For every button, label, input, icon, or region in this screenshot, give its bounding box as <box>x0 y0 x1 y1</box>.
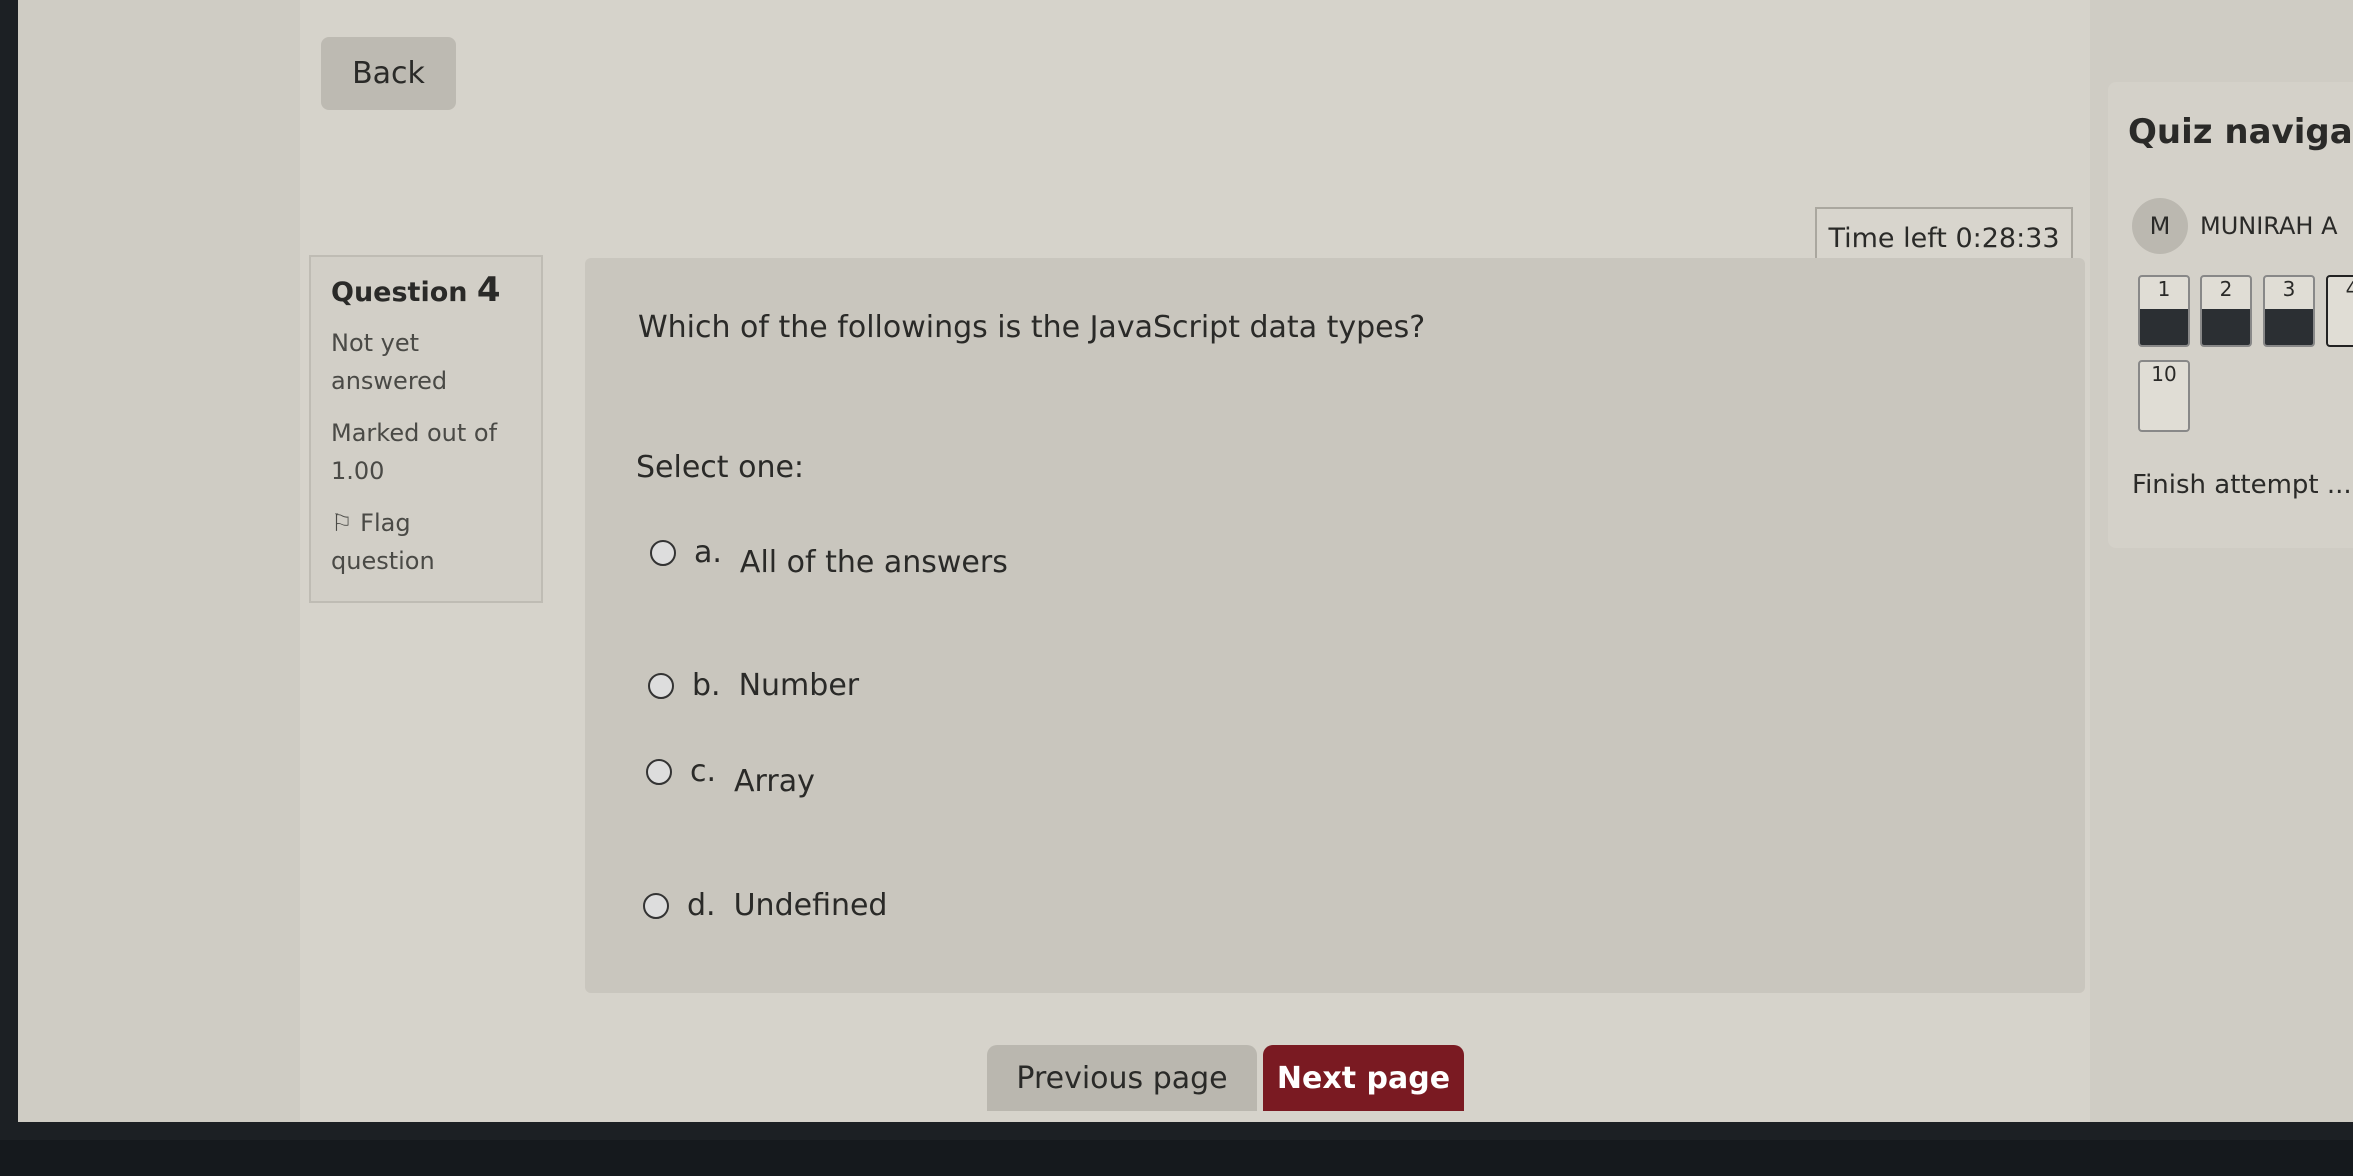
option-letter: b. <box>692 668 721 703</box>
back-button[interactable]: Back <box>321 37 456 110</box>
option-text: Array <box>734 764 815 799</box>
radio-c[interactable] <box>646 758 672 785</box>
option-text: Number <box>738 668 860 703</box>
nav-number: 1 <box>2157 277 2171 301</box>
option-b[interactable]: b. Number <box>648 668 859 703</box>
answered-fill <box>2265 309 2313 345</box>
question-number-value: 4 <box>476 270 501 310</box>
question-title: Question <box>331 277 468 308</box>
option-text: Undefined <box>733 888 888 923</box>
select-one-label: Select one: <box>636 450 805 485</box>
option-d[interactable]: d. Undefined <box>643 888 887 923</box>
option-a[interactable]: a. All of the answers <box>650 525 1008 580</box>
option-letter: d. <box>687 888 716 923</box>
nav-question-2[interactable]: 2 <box>2200 275 2252 347</box>
nav-number: 3 <box>2282 277 2296 301</box>
question-status: Not yet answered <box>331 329 448 395</box>
finish-attempt-link[interactable]: Finish attempt ... <box>2132 470 2352 500</box>
nav-question-10[interactable]: 10 <box>2138 360 2190 432</box>
radio-d[interactable] <box>643 892 669 919</box>
question-number: Question 4 <box>331 271 521 312</box>
marked-label: Marked out of <box>331 419 498 447</box>
quiz-navigation-title: Quiz navigati <box>2128 112 2353 152</box>
next-page-button[interactable]: Next page <box>1263 1045 1464 1111</box>
option-letter: c. <box>690 754 717 789</box>
question-text: Which of the followings is the JavaScrip… <box>638 310 1426 345</box>
marks-value: 1.00 <box>331 457 385 485</box>
nav-number: 4 <box>2346 277 2353 301</box>
answered-fill <box>2202 309 2250 345</box>
user-name: MUNIRAH A <box>2200 212 2338 240</box>
time-left-label: Time left <box>1828 223 1947 254</box>
question-area <box>585 258 2085 993</box>
taskbar <box>0 1140 2353 1176</box>
radio-b[interactable] <box>648 672 674 699</box>
option-text: All of the answers <box>739 545 1008 580</box>
nav-number: 2 <box>2219 277 2233 301</box>
nav-question-4[interactable]: 4 <box>2326 275 2353 347</box>
flag-question[interactable]: ⚐ Flag question <box>331 504 521 580</box>
question-info: Question 4 Not yet answered Marked out o… <box>309 255 543 603</box>
flag-icon: ⚐ <box>331 509 353 537</box>
avatar: M <box>2132 198 2188 254</box>
nav-number: 10 <box>2151 362 2177 386</box>
nav-question-3[interactable]: 3 <box>2263 275 2315 347</box>
option-letter: a. <box>694 535 722 570</box>
previous-page-button[interactable]: Previous page <box>987 1045 1257 1111</box>
answered-fill <box>2140 309 2188 345</box>
time-left-value: 0:28:33 <box>1955 223 2060 254</box>
option-c[interactable]: c. Array <box>646 744 815 799</box>
radio-a[interactable] <box>650 539 676 566</box>
nav-question-1[interactable]: 1 <box>2138 275 2190 347</box>
